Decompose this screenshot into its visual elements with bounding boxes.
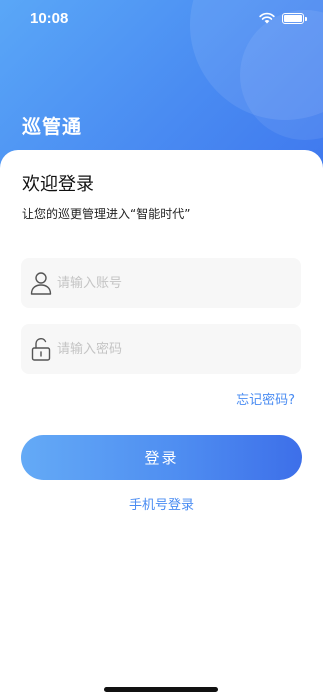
wifi-icon — [259, 12, 275, 24]
status-bar: 10:08 — [0, 0, 323, 36]
user-icon — [30, 272, 52, 295]
forgot-password-link[interactable]: 忘记密码? — [236, 389, 295, 408]
lock-icon — [31, 338, 51, 361]
welcome-subtitle: 让您的巡更管理进入“智能时代” — [22, 207, 191, 221]
app-title: 巡管通 — [22, 116, 83, 138]
login-button[interactable]: 登录 — [21, 435, 302, 480]
account-field[interactable] — [21, 258, 301, 308]
home-indicator — [104, 687, 218, 692]
password-input[interactable] — [57, 324, 293, 374]
phone-login-link[interactable]: 手机号登录 — [0, 494, 323, 513]
battery-icon — [282, 13, 307, 24]
login-card: 欢迎登录 让您的巡更管理进入“智能时代” 忘记密码? 登录 手机号登录 — [0, 150, 323, 700]
account-input[interactable] — [57, 258, 293, 308]
status-time: 10:08 — [30, 10, 69, 27]
welcome-title: 欢迎登录 — [22, 174, 94, 195]
password-field[interactable] — [21, 324, 301, 374]
